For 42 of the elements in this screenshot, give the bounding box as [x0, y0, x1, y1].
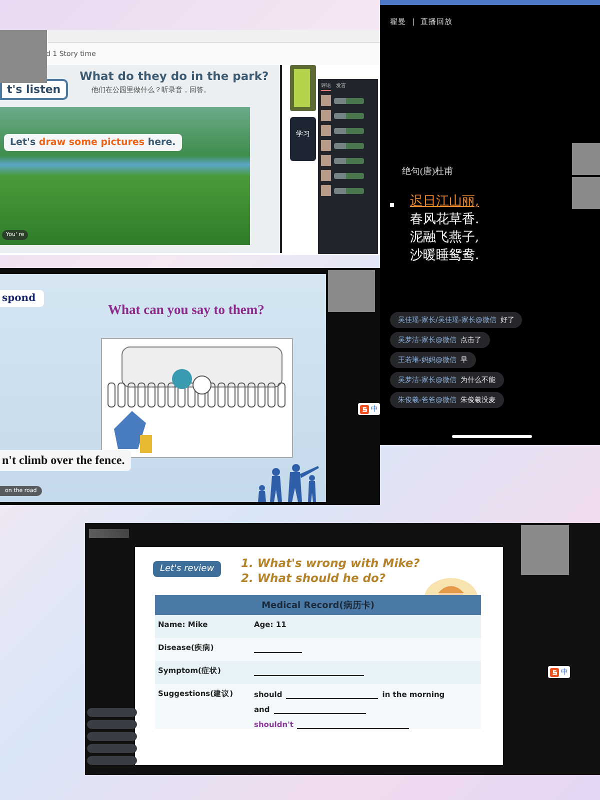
poem-line: 迟日江山丽, — [409, 194, 480, 210]
avatar-placeholder — [321, 140, 331, 151]
slide-tag: Let's review — [153, 561, 222, 577]
chat-bubble — [87, 708, 137, 717]
blurred-chat-text — [334, 98, 364, 104]
avatar-placeholder — [321, 95, 331, 106]
webcam-placeholder — [521, 525, 569, 575]
table-header: Medical Record(病历卡) — [155, 595, 481, 615]
webcam-placeholder — [572, 177, 600, 209]
slide-answer: n't climb over the fence. — [0, 450, 131, 471]
webcam-placeholder — [572, 143, 600, 175]
blurred-chat-text — [334, 128, 364, 134]
poem-title: 绝句(唐)杜甫 — [402, 165, 454, 178]
avatar-placeholder — [321, 125, 331, 136]
webcam-placeholder — [328, 270, 375, 312]
avatar-placeholder — [321, 170, 331, 181]
blurred-chat-text — [334, 172, 364, 178]
blurred-chat-text — [334, 142, 364, 148]
blurred-chat-text — [334, 158, 364, 164]
chat-bubble — [87, 744, 137, 753]
chat-bubble — [87, 756, 137, 765]
bullet-icon — [390, 203, 394, 207]
slide-question: 2. What should he do? — [241, 571, 387, 585]
avatar-placeholder — [321, 110, 331, 121]
poem-line: 沙暖睡鸳鸯. — [409, 248, 480, 264]
poem-line: 春风花草香. — [409, 212, 480, 228]
avatar-placeholder — [321, 155, 331, 166]
blurred-header-text — [89, 529, 129, 538]
poem-line: 泥融飞燕子, — [409, 230, 480, 246]
slide-question: 1. What's wrong with Mike? — [241, 556, 420, 570]
speech-bubble: Let's draw some pictures here. — [4, 134, 182, 151]
chat-bubble — [87, 720, 137, 729]
avatar-placeholder — [321, 185, 331, 196]
blurred-chat-text — [334, 112, 364, 118]
book-cover[interactable] — [290, 65, 316, 111]
slide-tag: spond — [0, 290, 44, 307]
webcam-placeholder — [0, 30, 47, 83]
children-silhouette-drawing — [256, 462, 322, 502]
chat-bubble — [87, 732, 137, 741]
slide-question: What can you say to them? — [108, 302, 264, 318]
blurred-chat-text — [334, 188, 364, 194]
slide-title: What do they do in the park? — [80, 69, 269, 83]
